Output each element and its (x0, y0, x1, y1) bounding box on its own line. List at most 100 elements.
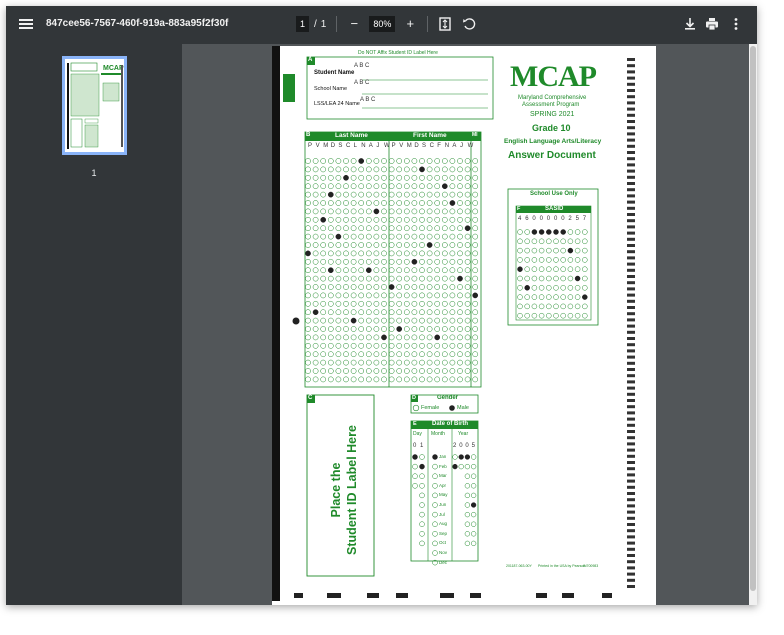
name-bubble (312, 334, 319, 341)
dob-year-bubble (452, 463, 458, 470)
name-bubble (305, 334, 311, 341)
dob-month-label: Apr (439, 482, 447, 488)
name-bubble (373, 191, 380, 198)
name-bubble (441, 158, 448, 164)
page-number-input[interactable]: 1 (296, 16, 309, 32)
name-bubble (373, 284, 380, 290)
name-bubble (411, 174, 418, 181)
name-bubble (426, 368, 433, 374)
dob-year-bubble (470, 492, 477, 499)
page-thumbnail[interactable]: MCAP (62, 56, 127, 155)
sasid-bubble (574, 229, 581, 235)
vertical-scrollbar[interactable] (749, 44, 757, 605)
name-bubble (449, 250, 456, 257)
name-bubble (441, 292, 448, 299)
print-icon[interactable] (705, 17, 719, 31)
name-bubble (343, 250, 349, 257)
timing-mark (627, 405, 635, 409)
sasid-bubble (582, 275, 588, 282)
document-page: Do NOT Affix Student ID Label Here A Stu… (272, 46, 656, 605)
name-bubble (396, 326, 403, 332)
name-bubble (373, 233, 380, 240)
name-bubble (343, 359, 349, 366)
name-bubble (312, 300, 319, 307)
name-bubble (350, 250, 357, 257)
name-bubble (350, 191, 357, 198)
zoom-in-icon[interactable]: + (403, 17, 417, 31)
name-bubble (373, 258, 380, 265)
name-bubble (350, 284, 357, 290)
sasid-bubble (531, 247, 538, 254)
sasid-bubble (524, 294, 530, 300)
name-bubble (426, 200, 433, 206)
document-viewer[interactable]: Do NOT Affix Student ID Label Here A Stu… (182, 44, 757, 605)
sasid-digit-cell: 4 (518, 216, 522, 222)
sasid-bubble (517, 257, 523, 263)
name-bubble (320, 208, 327, 215)
timing-mark (627, 182, 635, 185)
name-bubble (327, 216, 334, 223)
name-bubble (441, 200, 448, 206)
name-bubble (472, 317, 479, 324)
name-bubble (419, 166, 425, 173)
name-bubble (381, 191, 387, 198)
name-bubble (343, 267, 349, 274)
name-bubble (365, 326, 372, 332)
name-bubble (434, 225, 441, 232)
sasid-bubble (567, 275, 574, 282)
name-bubble (358, 242, 365, 248)
sasid-bubble (517, 229, 523, 235)
sasid-bubble (560, 285, 566, 291)
fit-page-icon[interactable] (438, 17, 452, 31)
timing-mark (627, 578, 635, 582)
name-bubble (373, 166, 380, 173)
name-bubble (381, 284, 387, 290)
timing-mark (627, 392, 635, 396)
season-label: SPRING 2021 (530, 111, 575, 118)
rotate-icon[interactable] (462, 17, 476, 31)
name-bubble (381, 292, 387, 299)
dob-year-bubble (464, 540, 471, 547)
sasid-bubble (560, 266, 566, 272)
name-bubble (434, 183, 441, 190)
name-bubble (365, 334, 372, 341)
name-bubble (358, 334, 365, 341)
dob-month-label: Jul (439, 511, 445, 517)
name-bubble (320, 158, 327, 164)
name-bubble (365, 309, 372, 316)
name-bubble (449, 208, 456, 215)
name-bubble (472, 368, 479, 374)
name-bubble (305, 174, 311, 181)
name-bubble (441, 359, 448, 366)
sasid-bubble (582, 294, 588, 300)
menu-icon[interactable] (18, 17, 34, 33)
more-vert-icon[interactable] (729, 17, 743, 31)
name-bubble (449, 174, 456, 181)
scrollbar-thumb[interactable] (750, 46, 756, 591)
zoom-out-icon[interactable]: − (347, 17, 361, 31)
name-bubble (441, 342, 448, 349)
timing-mark (627, 157, 635, 161)
name-bubble (411, 225, 418, 232)
download-icon[interactable] (683, 17, 697, 31)
name-bubble (426, 275, 433, 282)
name-bubble (312, 342, 319, 349)
name-bubble (434, 242, 441, 248)
name-bubble (327, 300, 334, 307)
name-bubble (305, 208, 311, 215)
dob-day-label: Day (413, 431, 422, 437)
timing-mark (627, 541, 635, 545)
timing-mark (627, 380, 635, 384)
name-bubble (320, 309, 327, 316)
name-bubble (449, 200, 456, 206)
name-bubble (441, 174, 448, 181)
name-bubble (350, 216, 357, 223)
name-bubble (320, 183, 327, 190)
timing-mark (627, 200, 635, 204)
name-bubble (335, 250, 342, 257)
name-bubble (403, 317, 410, 324)
name-bubble (426, 191, 433, 198)
name-bubble (305, 292, 311, 299)
zoom-level-input[interactable]: 80% (369, 16, 396, 32)
timing-mark (627, 231, 635, 235)
